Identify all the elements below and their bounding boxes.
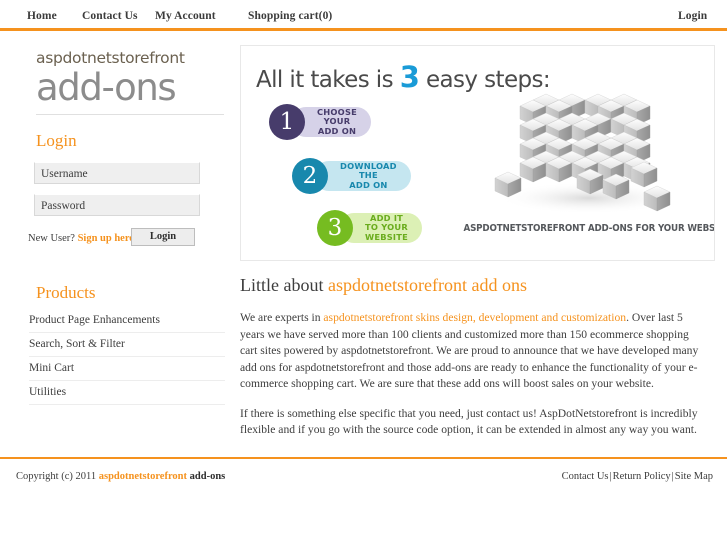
nav-link-login[interactable]: Login [678, 10, 707, 22]
site-footer: Copyright (c) 2011 aspdotnetstorefront a… [0, 457, 727, 499]
logo-bottom-text: add-ons [36, 65, 177, 109]
login-submit-button[interactable]: Login [131, 228, 195, 246]
copyright-prefix: Copyright (c) 2011 [16, 471, 99, 482]
page-title-accent: aspdotnetstorefront add ons [327, 275, 527, 295]
footer-link-site-map[interactable]: Site Map [675, 471, 713, 482]
new-user-text: New User? [28, 233, 78, 244]
page-title: Little about aspdotnetstorefront add ons [240, 275, 702, 296]
products-section-heading: Products [36, 283, 96, 302]
sidebar-item-mini-cart[interactable]: Mini Cart [29, 357, 225, 380]
new-user-prompt: New User? Sign up here [28, 233, 134, 244]
login-section-heading: Login [36, 131, 77, 150]
banner-tagline: ASPDOTNETSTOREFRONT ADD-ONS FOR YOUR WEB… [463, 223, 715, 234]
sidebar-item-search-sort-filter[interactable]: Search, Sort & Filter [29, 333, 225, 356]
skins-design-link[interactable]: aspdotnetstorefront skins design, develo… [323, 311, 626, 324]
step-2-label: DOWNLOAD THE ADD ON [314, 161, 411, 191]
sidebar: aspdotnetstorefront add-ons Login Userna… [0, 34, 240, 454]
copyright-brand-dark: add-ons [187, 471, 226, 482]
top-navigation-bar: Home Contact Us My Account Shopping cart… [0, 0, 727, 31]
list-item[interactable]: Mini Cart [29, 357, 225, 381]
intro-paragraph-2: If there is something else specific that… [240, 406, 698, 437]
nav-link-my-account[interactable]: My Account [155, 10, 216, 22]
intro-paragraph-1: We are experts in aspdotnetstorefront sk… [240, 310, 702, 393]
promo-banner[interactable]: All it takes is 3 easy steps: CHOOSE YOU… [240, 45, 715, 261]
password-input[interactable] [34, 194, 200, 216]
step-1-number: 1 [269, 104, 305, 140]
logo-top-text: aspdotnetstorefront [36, 49, 185, 67]
paragraph1-lead: We are experts in [240, 311, 324, 324]
headline-before: All it takes is [256, 67, 400, 93]
page-title-plain: Little about [240, 275, 328, 295]
sidebar-item-utilities[interactable]: Utilities [29, 381, 225, 404]
step-3-number: 3 [317, 210, 353, 246]
logo-divider [36, 114, 224, 115]
nav-link-home[interactable]: Home [27, 10, 57, 22]
site-logo[interactable]: aspdotnetstorefront add-ons [36, 49, 226, 109]
footer-link-contact-us[interactable]: Contact Us [562, 471, 609, 482]
cube-stack-icon [494, 93, 681, 214]
nav-link-contact-us[interactable]: Contact Us [82, 10, 138, 22]
username-input[interactable] [34, 162, 200, 184]
footer-links: Contact Us|Return Policy|Site Map [562, 471, 713, 482]
products-list: Product Page Enhancements Search, Sort &… [29, 309, 225, 405]
nav-link-shopping-cart[interactable]: Shopping cart(0) [248, 10, 332, 22]
copyright-text: Copyright (c) 2011 aspdotnetstorefront a… [16, 471, 225, 482]
main-content: Little about aspdotnetstorefront add ons… [240, 275, 702, 452]
sign-up-link[interactable]: Sign up here [78, 233, 134, 244]
list-item[interactable]: Product Page Enhancements [29, 309, 225, 333]
list-item[interactable]: Search, Sort & Filter [29, 333, 225, 357]
copyright-brand-orange: aspdotnetstorefront [98, 471, 188, 482]
headline-number: 3 [399, 60, 420, 94]
sidebar-item-product-page-enhancements[interactable]: Product Page Enhancements [29, 309, 225, 332]
footer-link-return-policy[interactable]: Return Policy [613, 471, 671, 482]
step-2-number: 2 [292, 158, 328, 194]
list-item[interactable]: Utilities [29, 381, 225, 405]
